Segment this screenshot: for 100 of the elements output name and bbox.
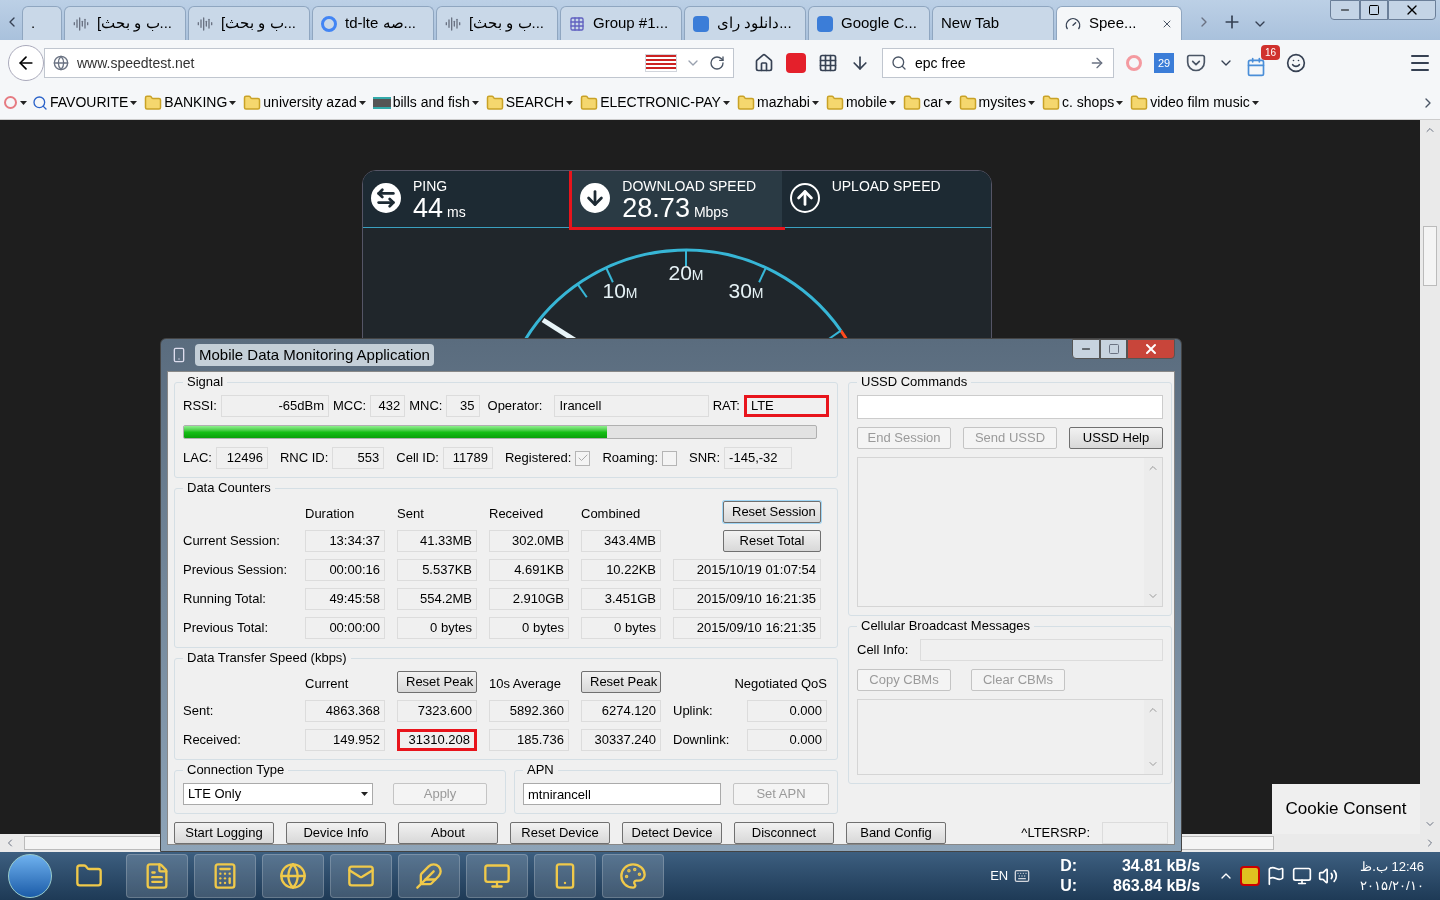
bookmark[interactable]: c. shops (1040, 92, 1126, 113)
bookmark[interactable]: bills and fish (370, 92, 481, 113)
bookmark[interactable]: mazhabi (734, 92, 821, 113)
field-value: 2015/10/19 01:07:54 (673, 559, 821, 581)
scrollbar[interactable] (1144, 700, 1162, 774)
ping-icon (371, 183, 401, 213)
bookmark[interactable]: video film music (1128, 92, 1261, 113)
pocket-icon[interactable] (1186, 53, 1206, 73)
addon-icon[interactable] (786, 53, 806, 73)
volume-icon[interactable] (1318, 866, 1339, 886)
apn-field[interactable]: mtnirancell (523, 783, 721, 805)
browser-tab[interactable]: [ب و بحث... (188, 6, 310, 40)
dialog-button[interactable]: About (398, 822, 498, 844)
back-button[interactable] (8, 45, 44, 81)
dialog-button[interactable]: USSD Help (1069, 427, 1163, 449)
caret-icon (130, 100, 138, 105)
taskbar-app[interactable] (126, 854, 188, 898)
calendar-icon[interactable]: 29 (1154, 53, 1174, 73)
search-field[interactable]: epc free (882, 48, 1114, 78)
caret-icon (229, 100, 237, 105)
field-value: Irancell (554, 395, 709, 417)
caret-icon (944, 100, 952, 105)
close-button[interactable] (1127, 339, 1175, 359)
network-icon[interactable] (1292, 866, 1313, 886)
taskbar-app[interactable] (194, 854, 256, 898)
taskbar-app[interactable] (534, 854, 596, 898)
chat-icon[interactable] (1286, 53, 1306, 73)
language-indicator[interactable]: EN (990, 866, 1009, 886)
bookmark[interactable]: ELECTRONIC-PAY (578, 92, 732, 113)
field-value: 49:45:58 (305, 588, 385, 610)
taskbar-app[interactable] (602, 854, 664, 898)
scrollbar[interactable] (1420, 120, 1440, 834)
browser-tab[interactable]: . (22, 6, 62, 40)
maximize-button[interactable] (1360, 0, 1388, 20)
caret-icon (471, 100, 479, 105)
browser-tab[interactable]: td-lte صه... (312, 6, 434, 40)
dialog-button[interactable]: Detect Device (622, 822, 722, 844)
dialog-button[interactable]: Disconnect (734, 822, 834, 844)
record-icon[interactable] (4, 96, 17, 109)
browser-tab[interactable]: Google C... (808, 6, 930, 40)
scrollbar-thumb[interactable] (1423, 226, 1437, 286)
gauge-label: 10M (602, 279, 638, 302)
dialog-button[interactable]: Reset Session (723, 501, 821, 523)
clock[interactable]: 12:46 ب.ظ ۲۰۱۵/۲۰/۱۰ (1352, 857, 1432, 895)
bookmark[interactable]: SEARCH (483, 92, 576, 113)
field-value: 343.4MB (581, 530, 661, 552)
dialog-button[interactable]: Start Logging (174, 822, 274, 844)
field-value: -65dBm (220, 395, 329, 417)
taskbar-app[interactable] (398, 854, 460, 898)
taskbar-app[interactable] (262, 854, 324, 898)
field-label: Operator: (487, 397, 543, 416)
browser-tab[interactable]: Group #1... (560, 6, 682, 40)
checkbox[interactable] (575, 450, 591, 466)
start-button[interactable] (8, 854, 52, 898)
taskbar-app[interactable] (466, 854, 528, 898)
dialog-button[interactable]: Reset Device (510, 822, 610, 844)
field-label: Registered: (504, 449, 572, 468)
gauge-tick (605, 266, 614, 284)
feather-icon (415, 862, 443, 890)
browser-tab[interactable]: Spee... (1056, 6, 1182, 40)
dialog-button[interactable]: Device Info (286, 822, 386, 844)
field-value: 432 (370, 395, 406, 417)
field-label: Current Session: (183, 532, 281, 551)
maximize-icon (1107, 343, 1120, 355)
dialog-button[interactable]: Band Config (846, 822, 946, 844)
connection-type-select[interactable]: LTE Only (183, 783, 373, 805)
palette-icon (619, 862, 647, 890)
browser-tab[interactable]: [ب و بحث... (64, 6, 186, 40)
browser-tab[interactable]: New Tab (932, 6, 1054, 40)
keyboard-icon[interactable] (1014, 868, 1031, 884)
bookmark[interactable]: mobile (823, 92, 899, 113)
app-icon (171, 347, 187, 363)
field-value: 0 bytes (397, 617, 477, 639)
url-bar[interactable]: www.speedtest.net (44, 48, 734, 78)
browser-tab[interactable]: [ب و بحث... (436, 6, 558, 40)
bookmark[interactable]: mysites (956, 92, 1038, 113)
grid-icon[interactable] (818, 53, 838, 73)
flag-icon[interactable] (1266, 866, 1287, 886)
browser-tab[interactable]: دانلود رای... (684, 6, 806, 40)
ussd-field[interactable] (857, 395, 1163, 419)
dialog-button[interactable]: Reset Total (723, 530, 821, 552)
checkbox[interactable] (662, 450, 678, 466)
bookmark[interactable]: car (901, 92, 954, 113)
cookie-consent-button[interactable]: Cookie Consent (1272, 784, 1420, 834)
dialog-button[interactable]: Reset Peak (581, 671, 661, 693)
reload-icon[interactable] (709, 55, 725, 71)
sound-icon (445, 15, 461, 32)
scrollbar[interactable] (1144, 458, 1162, 606)
dialog-button[interactable]: Reset Peak (397, 671, 477, 693)
notification-badge: 16 (1260, 45, 1280, 60)
minimize-button[interactable] (1072, 339, 1100, 359)
field-label: Downlink: (673, 731, 731, 750)
taskbar-app[interactable] (330, 854, 392, 898)
field-label: SNR: (689, 449, 721, 468)
bookmark[interactable]: university azad (241, 92, 368, 113)
bookmark[interactable]: BANKING (142, 92, 239, 113)
go-icon[interactable] (1089, 55, 1105, 71)
bookmark[interactable]: FAVOURITE (30, 92, 140, 113)
app-tray-icon[interactable] (1240, 866, 1261, 886)
home-icon[interactable] (754, 53, 774, 73)
